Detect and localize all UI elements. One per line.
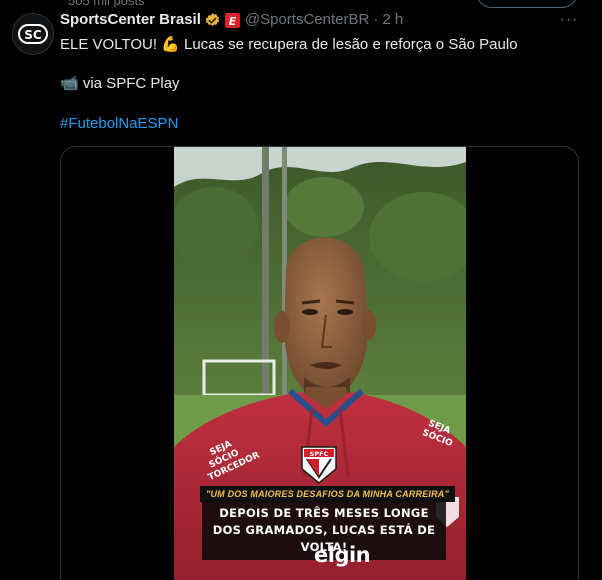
media-card[interactable]: SEJA SÓCIO TORCEDOR SEJA SÓCIO SPFC "UM … bbox=[60, 146, 579, 580]
caption-quote-wrapper: "UM DOS MAIORES DESAFIOS DA MINHA CARREI… bbox=[200, 484, 455, 502]
tweet-header: SportsCenter Brasil E @SportsCenterBR · … bbox=[60, 11, 403, 29]
tweet-text-line-1: ELE VOLTOU! 💪 Lucas se recupera de lesão… bbox=[60, 36, 518, 53]
separator-dot: · bbox=[373, 11, 379, 28]
video-player[interactable]: SEJA SÓCIO TORCEDOR SEJA SÓCIO SPFC "UM … bbox=[174, 147, 466, 580]
video-caption-quote: "UM DOS MAIORES DESAFIOS DA MINHA CARREI… bbox=[200, 486, 455, 502]
verified-badge-icon[interactable] bbox=[204, 12, 221, 29]
handle[interactable]: @SportsCenterBR bbox=[245, 11, 369, 29]
avatar-text: SC bbox=[24, 28, 42, 42]
timestamp[interactable]: 2 h bbox=[382, 11, 403, 29]
timeline: 505 mil posts SC SportsCenter Brasil E @… bbox=[0, 0, 602, 580]
espn-affiliate-badge-icon[interactable]: E bbox=[224, 12, 240, 28]
avatar[interactable]: SC bbox=[12, 13, 54, 55]
hashtag-link[interactable]: #FutebolNaESPN bbox=[60, 114, 178, 134]
sponsor-logo: elgin bbox=[314, 543, 371, 567]
club-crest-text: SPFC bbox=[310, 450, 329, 458]
more-options-icon[interactable]: ··· bbox=[558, 10, 580, 30]
affiliate-badge-text: E bbox=[229, 15, 237, 28]
display-name[interactable]: SportsCenter Brasil bbox=[60, 11, 201, 29]
tweet-text-line-2: 📹 via SPFC Play bbox=[60, 75, 180, 92]
posts-count: 505 mil posts bbox=[68, 0, 145, 8]
follow-button[interactable] bbox=[476, 0, 578, 8]
sportscenter-logo: SC bbox=[13, 14, 53, 54]
